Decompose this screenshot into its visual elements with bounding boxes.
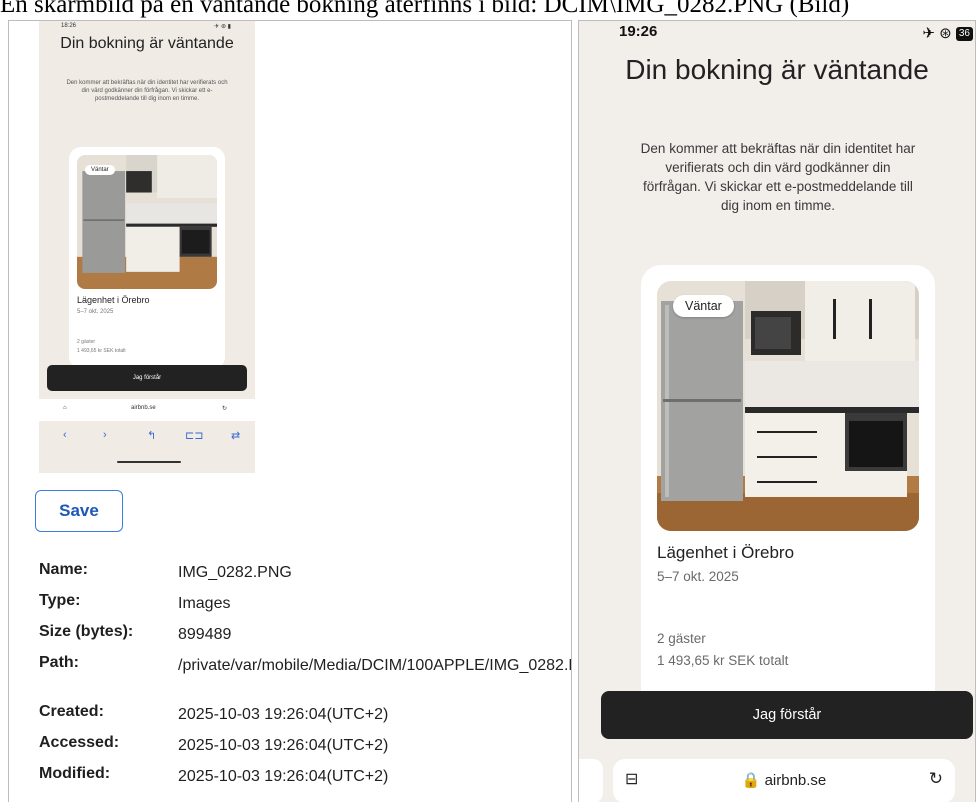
screenshot-preview: 19:26 ✈ ⊛ 36 Din bokning är väntande Den… [578,20,976,802]
status-badge: Väntar [673,295,734,317]
thumb-reload-icon: ↻ [221,406,227,412]
thumb-back-icon: ‹ [63,429,67,441]
thumb-status-badge: Väntar [85,165,115,175]
thumb-status-time: 18:26 [61,23,77,29]
status-icons: ✈ ⊛ 36 [922,24,973,42]
file-details-panel: 18:26 ✈ ⊛ ▮ Din bokning är väntande Den … [8,20,572,802]
metadata-key: Modified: [39,765,111,782]
metadata-value: Images [178,595,231,612]
thumb-bookmarks-icon: ⊏⊐ [185,430,204,442]
metadata-row-path: Path: /private/var/mobile/Media/DCIM/100… [39,654,572,703]
metadata-row-accessed: Accessed: 2025-10-03 19:26:04(UTC+2) [39,734,569,765]
thumb-card-title: Lägenhet i Örebro [77,295,150,305]
thumb-confirm-button: Jag förstår [47,365,247,391]
metadata-key: Size (bytes): [39,623,134,640]
listing-photo: Väntar [657,281,919,531]
metadata-row-created: Created: 2025-10-03 19:26:04(UTC+2) [39,703,569,734]
metadata-key: Accessed: [39,734,120,751]
metadata-key: Name: [39,561,88,578]
thumb-listing-card: Väntar Lägenhet i Örebro 5–7 okt. 2025 2… [69,147,225,369]
thumb-home-indicator [117,461,181,463]
thumb-card-dates: 5–7 okt. 2025 [77,309,114,315]
thumb-kitchen-photo: Väntar [77,155,217,289]
kitchen-image-icon [657,281,919,531]
metadata-key: Path: [39,654,79,671]
thumb-card-guests: 2 gäster [77,339,96,345]
listing-card[interactable]: Väntar Lägenhet i Örebro 5–7 okt. 2025 2… [641,265,935,735]
page-subtitle: Den kommer att bekräftas när din identit… [640,141,916,213]
status-bar: 19:26 ✈ ⊛ 36 [579,21,975,53]
thumb-subtitle: Den kommer att bekräftas när din identit… [66,80,228,102]
thumb-title: Din bokning är väntande [60,35,234,52]
metadata-key: Type: [39,592,81,609]
thumb-status-bar: 18:26 ✈ ⊛ ▮ [39,21,255,33]
reload-icon[interactable]: ↻ [929,769,943,789]
metadata-key: Created: [39,703,104,720]
metadata-row-modified: Modified: 2025-10-03 19:26:04(UTC+2) [39,765,569,796]
airbnb-screen: 19:26 ✈ ⊛ 36 Din bokning är väntande Den… [579,21,975,802]
listing-title: Lägenhet i Örebro [657,543,795,562]
thumb-tabs-overview-icon: ⇄ [231,430,241,442]
confirm-button[interactable]: Jag förstår [601,691,973,739]
thumb-card-total: 1 493,65 kr SEK totalt [77,348,126,354]
listing-guests: 2 gäster [657,631,706,646]
url-bar[interactable]: ⊟ 🔒 airbnb.se ↻ [613,759,955,802]
metadata-row-type: Type: Images [39,592,569,623]
page-title: Din bokning är väntande [625,54,929,85]
file-metadata-list: Name: IMG_0282.PNG Type: Images Size (by… [39,561,572,796]
thumb-url-text: airbnb.se [131,405,156,411]
listing-total: 1 493,65 kr SEK totalt [657,653,789,668]
url-text[interactable]: 🔒 airbnb.se [613,771,955,789]
metadata-row-name: Name: IMG_0282.PNG [39,561,569,592]
kitchen-image-icon [77,155,217,289]
thumb-tabs-icon: ⌂ [63,405,67,411]
metadata-value: IMG_0282.PNG [178,564,292,581]
document-caption: En skärmbild på en väntande bokning åter… [0,0,850,18]
metadata-value: 899489 [178,626,232,643]
thumb-status-icons: ✈ ⊛ ▮ [214,24,231,30]
metadata-value: /private/var/mobile/Media/DCIM/100APPLE/… [178,657,572,674]
metadata-value: 2025-10-03 19:26:04(UTC+2) [178,706,389,723]
metadata-value: 2025-10-03 19:26:04(UTC+2) [178,768,389,785]
metadata-row-size: Size (bytes): 899489 [39,623,569,654]
previous-tab-edge[interactable] [579,759,603,802]
metadata-value: 2025-10-03 19:26:04(UTC+2) [178,737,389,754]
thumb-url-bar: ⌂ airbnb.se ↻ [39,399,255,421]
thumb-nav-bar: ‹ › ↰ ⊏⊐ ⇄ [39,423,255,453]
listing-dates: 5–7 okt. 2025 [657,569,739,584]
save-button[interactable]: Save [35,490,123,532]
status-time: 19:26 [619,23,658,40]
browser-toolbar: ⊟ 🔒 airbnb.se ↻ [579,749,975,802]
image-thumbnail: 18:26 ✈ ⊛ ▮ Din bokning är väntande Den … [39,21,255,473]
thumb-forward-icon: › [103,429,107,441]
airplane-icon: ✈ ⊛ [922,25,952,42]
thumb-share-icon: ↰ [147,430,157,442]
battery-icon: 36 [955,27,973,41]
